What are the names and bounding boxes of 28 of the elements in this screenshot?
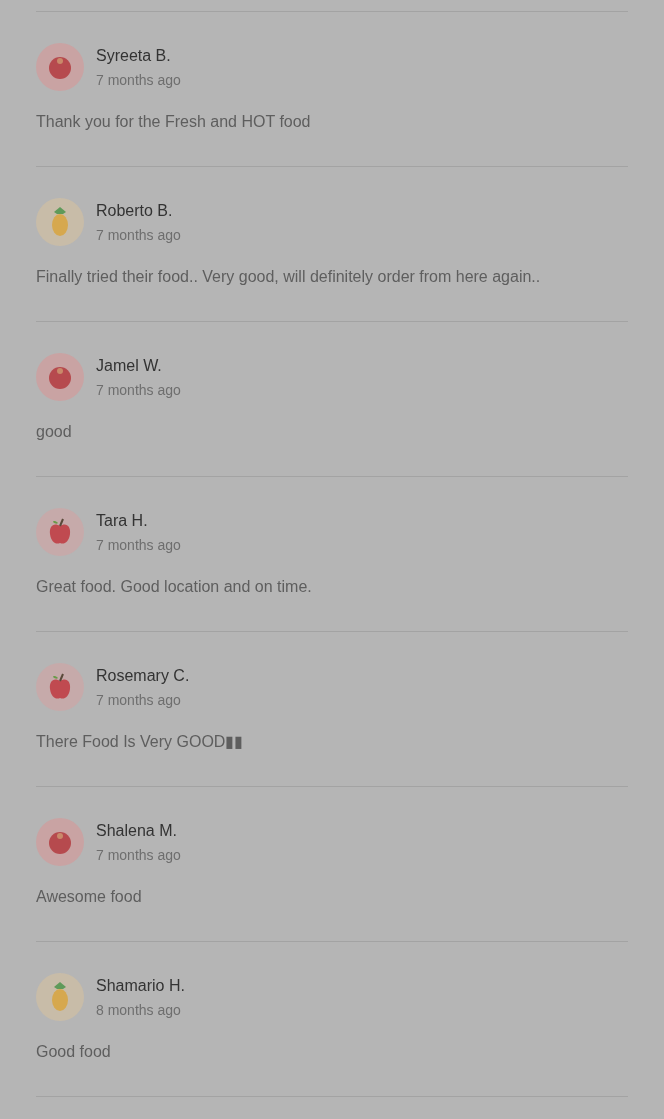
review-text: Great food. Good location and on time.: [36, 577, 313, 597]
review-time: 7 months ago: [96, 225, 181, 245]
tomato-icon: [49, 832, 71, 854]
review-text: Good food: [36, 1042, 112, 1062]
review-text: There Food Is Very GOOD▮▮: [36, 732, 245, 752]
reviewer-name: Tara H.: [96, 510, 149, 531]
pineapple-icon: [52, 207, 68, 236]
reviewer-name: Syreeta B.: [96, 45, 172, 66]
review-time: 7 months ago: [96, 535, 181, 555]
review-time: 7 months ago: [96, 70, 181, 90]
reviewer-name: Rosemary C.: [96, 665, 190, 686]
reviewer-name: Roberto B.: [96, 200, 174, 221]
review-text: Thank you for the Fresh and HOT food: [36, 112, 312, 132]
tomato-icon: [49, 57, 71, 79]
reviewer-name: Shalena M.: [96, 820, 178, 841]
review-time: 7 months ago: [96, 380, 181, 400]
review-time: 8 months ago: [96, 1000, 182, 1020]
tomato-icon: [49, 367, 71, 389]
reviewer-name: Jamel W.: [96, 355, 163, 376]
review-time: 7 months ago: [96, 690, 182, 710]
review-time: 7 months ago: [96, 845, 181, 865]
reviewer-name: Shamario H.: [96, 975, 185, 996]
apple-icon: [49, 673, 71, 699]
review-text: Finally tried their food.. Very good, will definitely order from here again..: [36, 267, 542, 287]
apple-icon: [49, 518, 71, 544]
pineapple-icon: [52, 982, 68, 1011]
review-text: good: [36, 422, 73, 442]
review-text: Awesome food: [36, 887, 143, 907]
